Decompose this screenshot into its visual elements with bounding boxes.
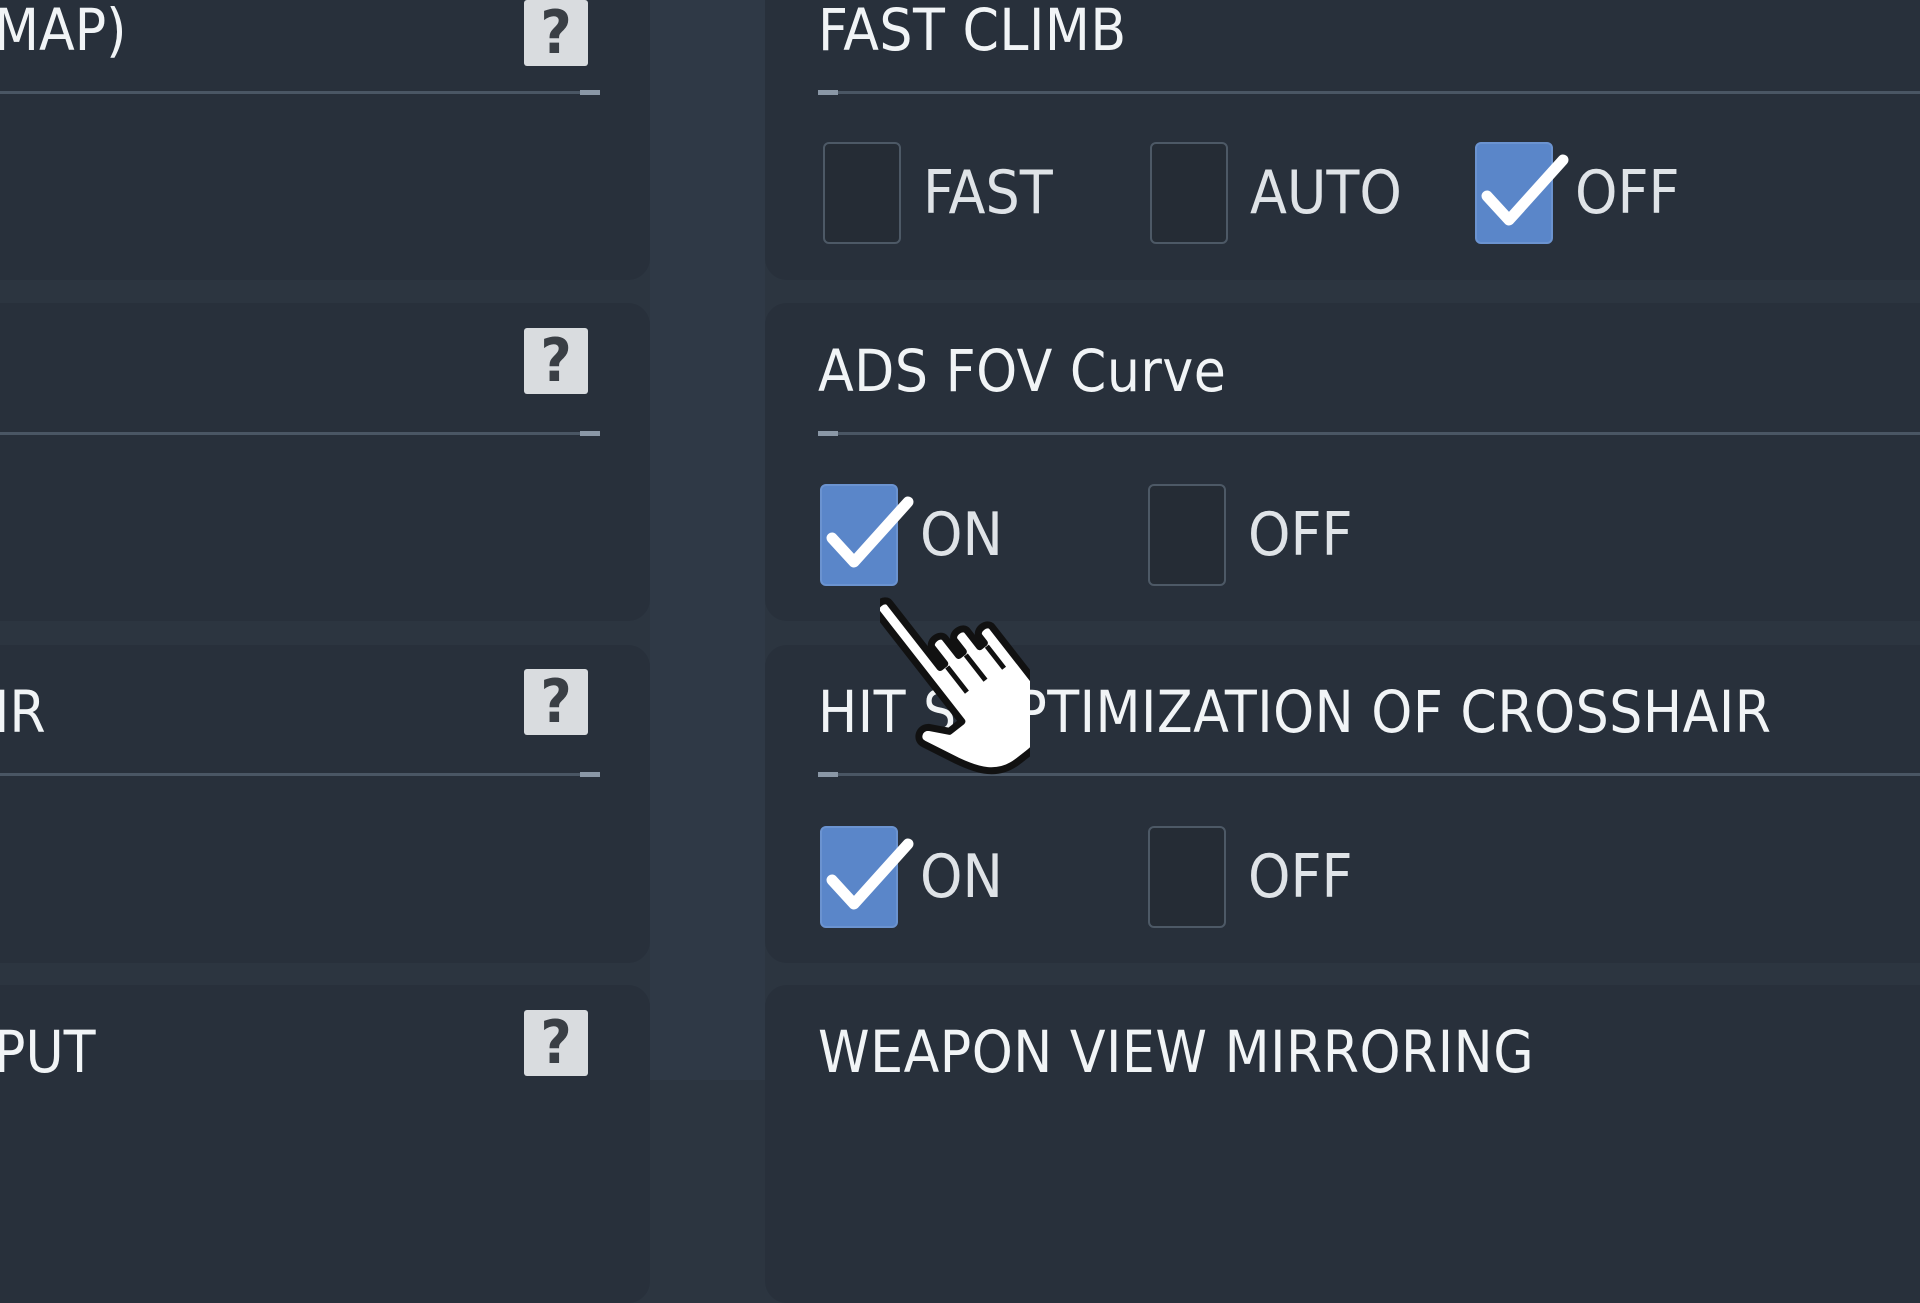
column-gap [650, 0, 765, 1080]
fast-climb-option-fast[interactable]: FAST [823, 142, 1053, 244]
left-row-divider-1 [0, 90, 600, 95]
question-mark-icon[interactable]: ? [524, 328, 588, 394]
option-label: OFF [1248, 500, 1353, 570]
checkbox-checked[interactable] [1475, 142, 1569, 244]
left-row-label-1: MAP) [0, 0, 127, 64]
option-label: ON [920, 500, 1003, 570]
checkbox[interactable] [823, 142, 901, 244]
left-row-divider-3 [0, 772, 600, 777]
option-label: OFF [1248, 842, 1353, 912]
checkmark-icon [826, 496, 914, 568]
question-mark-icon[interactable]: ? [524, 0, 588, 66]
fast-climb-divider [818, 90, 1920, 95]
hand-pointer-icon [880, 597, 1030, 775]
option-label: AUTO [1250, 158, 1402, 228]
hitbox-optimization-option-on[interactable]: ON [820, 826, 1003, 928]
left-row-label-4: PUT [0, 1018, 96, 1086]
question-mark-icon[interactable]: ? [524, 1010, 588, 1076]
checkmark-icon [1481, 154, 1569, 226]
weapon-view-mirroring-title: WEAPON VIEW MIRRORING [818, 1018, 1535, 1086]
checkbox-checked[interactable] [820, 826, 914, 928]
checkmark-icon [826, 838, 914, 910]
left-row-divider-2 [0, 431, 600, 436]
ads-fov-curve-title: ADS FOV Curve [818, 337, 1227, 405]
fast-climb-option-auto[interactable]: AUTO [1150, 142, 1402, 244]
option-label: OFF [1575, 158, 1680, 228]
ads-fov-curve-divider [818, 431, 1920, 436]
checkbox[interactable] [1150, 142, 1228, 244]
fast-climb-title: FAST CLIMB [818, 0, 1127, 64]
option-label: ON [920, 842, 1003, 912]
question-mark-icon[interactable]: ? [524, 669, 588, 735]
ads-fov-curve-option-off[interactable]: OFF [1148, 484, 1353, 586]
checkbox[interactable] [1148, 484, 1226, 586]
checkbox[interactable] [1148, 826, 1226, 928]
hitbox-optimization-option-off[interactable]: OFF [1148, 826, 1353, 928]
left-row-label-3: IR [0, 678, 46, 746]
option-label: FAST [923, 158, 1053, 228]
fast-climb-option-off[interactable]: OFF [1475, 142, 1680, 244]
